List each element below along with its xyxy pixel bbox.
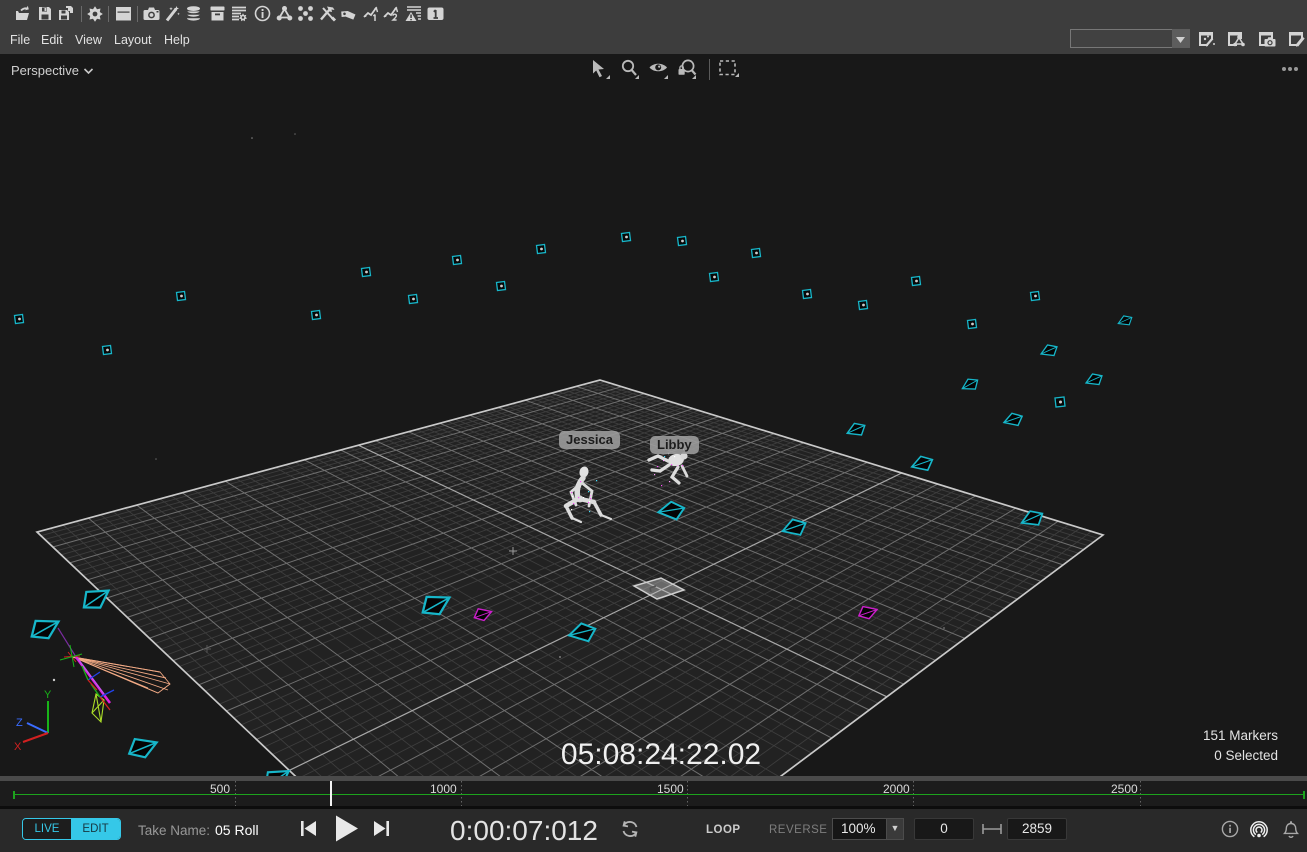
- svg-text:Y: Y: [44, 689, 52, 701]
- svg-text:Z: Z: [16, 717, 23, 729]
